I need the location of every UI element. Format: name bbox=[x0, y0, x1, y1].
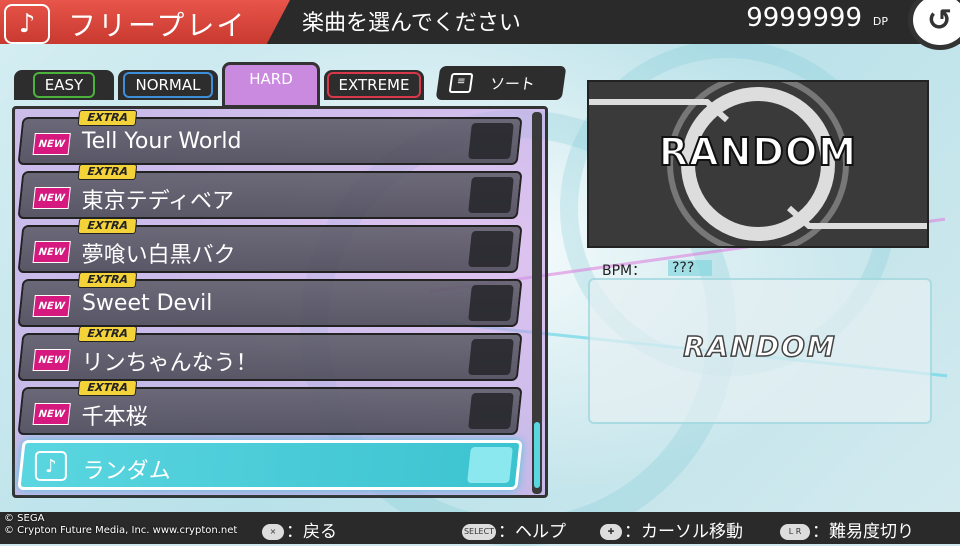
tab-label: EASY bbox=[32, 72, 96, 98]
copyright-sega: © SEGA bbox=[4, 513, 45, 524]
back-button[interactable]: ↺ bbox=[908, 0, 960, 50]
song-title: Sweet Devil bbox=[81, 291, 213, 316]
hint-cursor-label: ：カーソル移動 bbox=[624, 522, 743, 542]
hint-help-label: ：ヘルプ bbox=[498, 522, 566, 542]
extra-badge: EXTRA bbox=[77, 110, 138, 126]
new-badge: NEW bbox=[32, 187, 71, 209]
song-item-end-cap bbox=[468, 231, 514, 267]
music-note-icon: ♪ bbox=[4, 4, 50, 44]
song-title: ランダム bbox=[82, 459, 171, 484]
song-title: リンちゃんなう！ bbox=[81, 351, 258, 376]
header-bar: ♪ フリープレイ 楽曲を選んでください 9999999 DP ↺ bbox=[0, 0, 960, 50]
tab-normal[interactable]: NORMAL bbox=[118, 70, 218, 100]
sort-icon: ≡ bbox=[448, 73, 474, 93]
tab-extreme[interactable]: EXTREME bbox=[324, 70, 424, 100]
instruction-text: 楽曲を選んでください bbox=[302, 11, 521, 36]
extra-badge: EXTRA bbox=[77, 380, 138, 396]
extra-badge: EXTRA bbox=[77, 164, 138, 180]
select-button-icon: SELECT bbox=[462, 524, 496, 540]
song-item-end-cap bbox=[468, 339, 514, 375]
dp-unit: DP bbox=[872, 15, 888, 28]
bpm-label: BPM： bbox=[602, 263, 647, 279]
new-badge: NEW bbox=[32, 295, 71, 317]
mode-title-tab: ♪ フリープレイ bbox=[0, 0, 290, 44]
jacket-title: RANDOM bbox=[658, 129, 858, 175]
tab-label: HARD bbox=[249, 70, 293, 88]
new-badge: NEW bbox=[32, 403, 71, 425]
song-list-item[interactable]: EXTRA NEW リンちゃんなう！ bbox=[17, 326, 523, 381]
song-item-end-cap bbox=[468, 177, 514, 213]
song-jacket: RANDOM bbox=[587, 80, 929, 248]
sort-label: ソート bbox=[488, 74, 537, 93]
tab-label: EXTREME bbox=[326, 72, 422, 98]
hint-difficulty: L R ：難易度切り bbox=[780, 517, 914, 542]
music-note-icon: ♪ bbox=[34, 451, 67, 481]
song-info-panel: RANDOM bbox=[588, 278, 932, 424]
page-title: フリープレイ bbox=[68, 9, 247, 42]
copyright-crypton: © Crypton Future Media, Inc. www.crypton… bbox=[4, 525, 238, 536]
hint-back-label: ：戻る bbox=[286, 522, 337, 542]
cross-button-icon: × bbox=[262, 524, 284, 540]
tab-easy[interactable]: EASY bbox=[14, 70, 114, 100]
song-title: 千本桜 bbox=[81, 405, 148, 430]
sort-button[interactable]: ≡ ソート bbox=[435, 66, 567, 100]
extra-badge: EXTRA bbox=[77, 218, 138, 234]
hint-difficulty-label: ：難易度切り bbox=[812, 522, 914, 542]
scrollbar-thumb[interactable] bbox=[534, 422, 540, 488]
song-item-end-cap bbox=[468, 393, 514, 429]
hint-help: SELECT ：ヘルプ bbox=[462, 517, 566, 542]
song-title: 東京テディベア bbox=[81, 189, 235, 214]
song-list-item[interactable]: EXTRA NEW Sweet Devil bbox=[17, 272, 523, 327]
song-list-scrollbar[interactable] bbox=[532, 112, 542, 494]
bpm-value: ??? bbox=[668, 260, 713, 276]
dp-value: 9999999 bbox=[746, 3, 862, 33]
song-item-end-cap bbox=[468, 123, 514, 159]
dpad-icon: ✚ bbox=[600, 524, 622, 540]
hint-back: × ：戻る bbox=[262, 517, 337, 542]
new-badge: NEW bbox=[32, 349, 71, 371]
back-arrow-icon: ↺ bbox=[927, 2, 953, 38]
song-title: 夢喰い白黒バク bbox=[81, 243, 236, 268]
song-list-item[interactable]: EXTRA NEW Tell Your World bbox=[17, 110, 523, 165]
extra-badge: EXTRA bbox=[77, 326, 138, 342]
tab-hard[interactable]: HARD bbox=[222, 62, 320, 108]
lr-button-icon: L R bbox=[780, 524, 810, 540]
song-title: Tell Your World bbox=[81, 129, 242, 154]
new-badge: NEW bbox=[32, 133, 71, 155]
song-info-text: RANDOM bbox=[682, 329, 837, 364]
song-item-end-cap bbox=[467, 447, 513, 483]
extra-badge: EXTRA bbox=[77, 272, 138, 288]
song-list-item[interactable]: EXTRA NEW 夢喰い白黒バク bbox=[17, 218, 523, 273]
song-list-item-random[interactable]: ♪ ランダム bbox=[17, 440, 523, 490]
tab-label: NORMAL bbox=[123, 72, 213, 98]
new-badge: NEW bbox=[32, 241, 71, 263]
copyright: © SEGA © Crypton Future Media, Inc. www.… bbox=[4, 513, 237, 537]
song-item-end-cap bbox=[468, 285, 514, 321]
hint-cursor: ✚ ：カーソル移動 bbox=[600, 517, 743, 542]
song-list-item[interactable]: EXTRA NEW 千本桜 bbox=[17, 380, 523, 435]
song-list-item[interactable]: EXTRA NEW 東京テディベア bbox=[17, 164, 523, 219]
